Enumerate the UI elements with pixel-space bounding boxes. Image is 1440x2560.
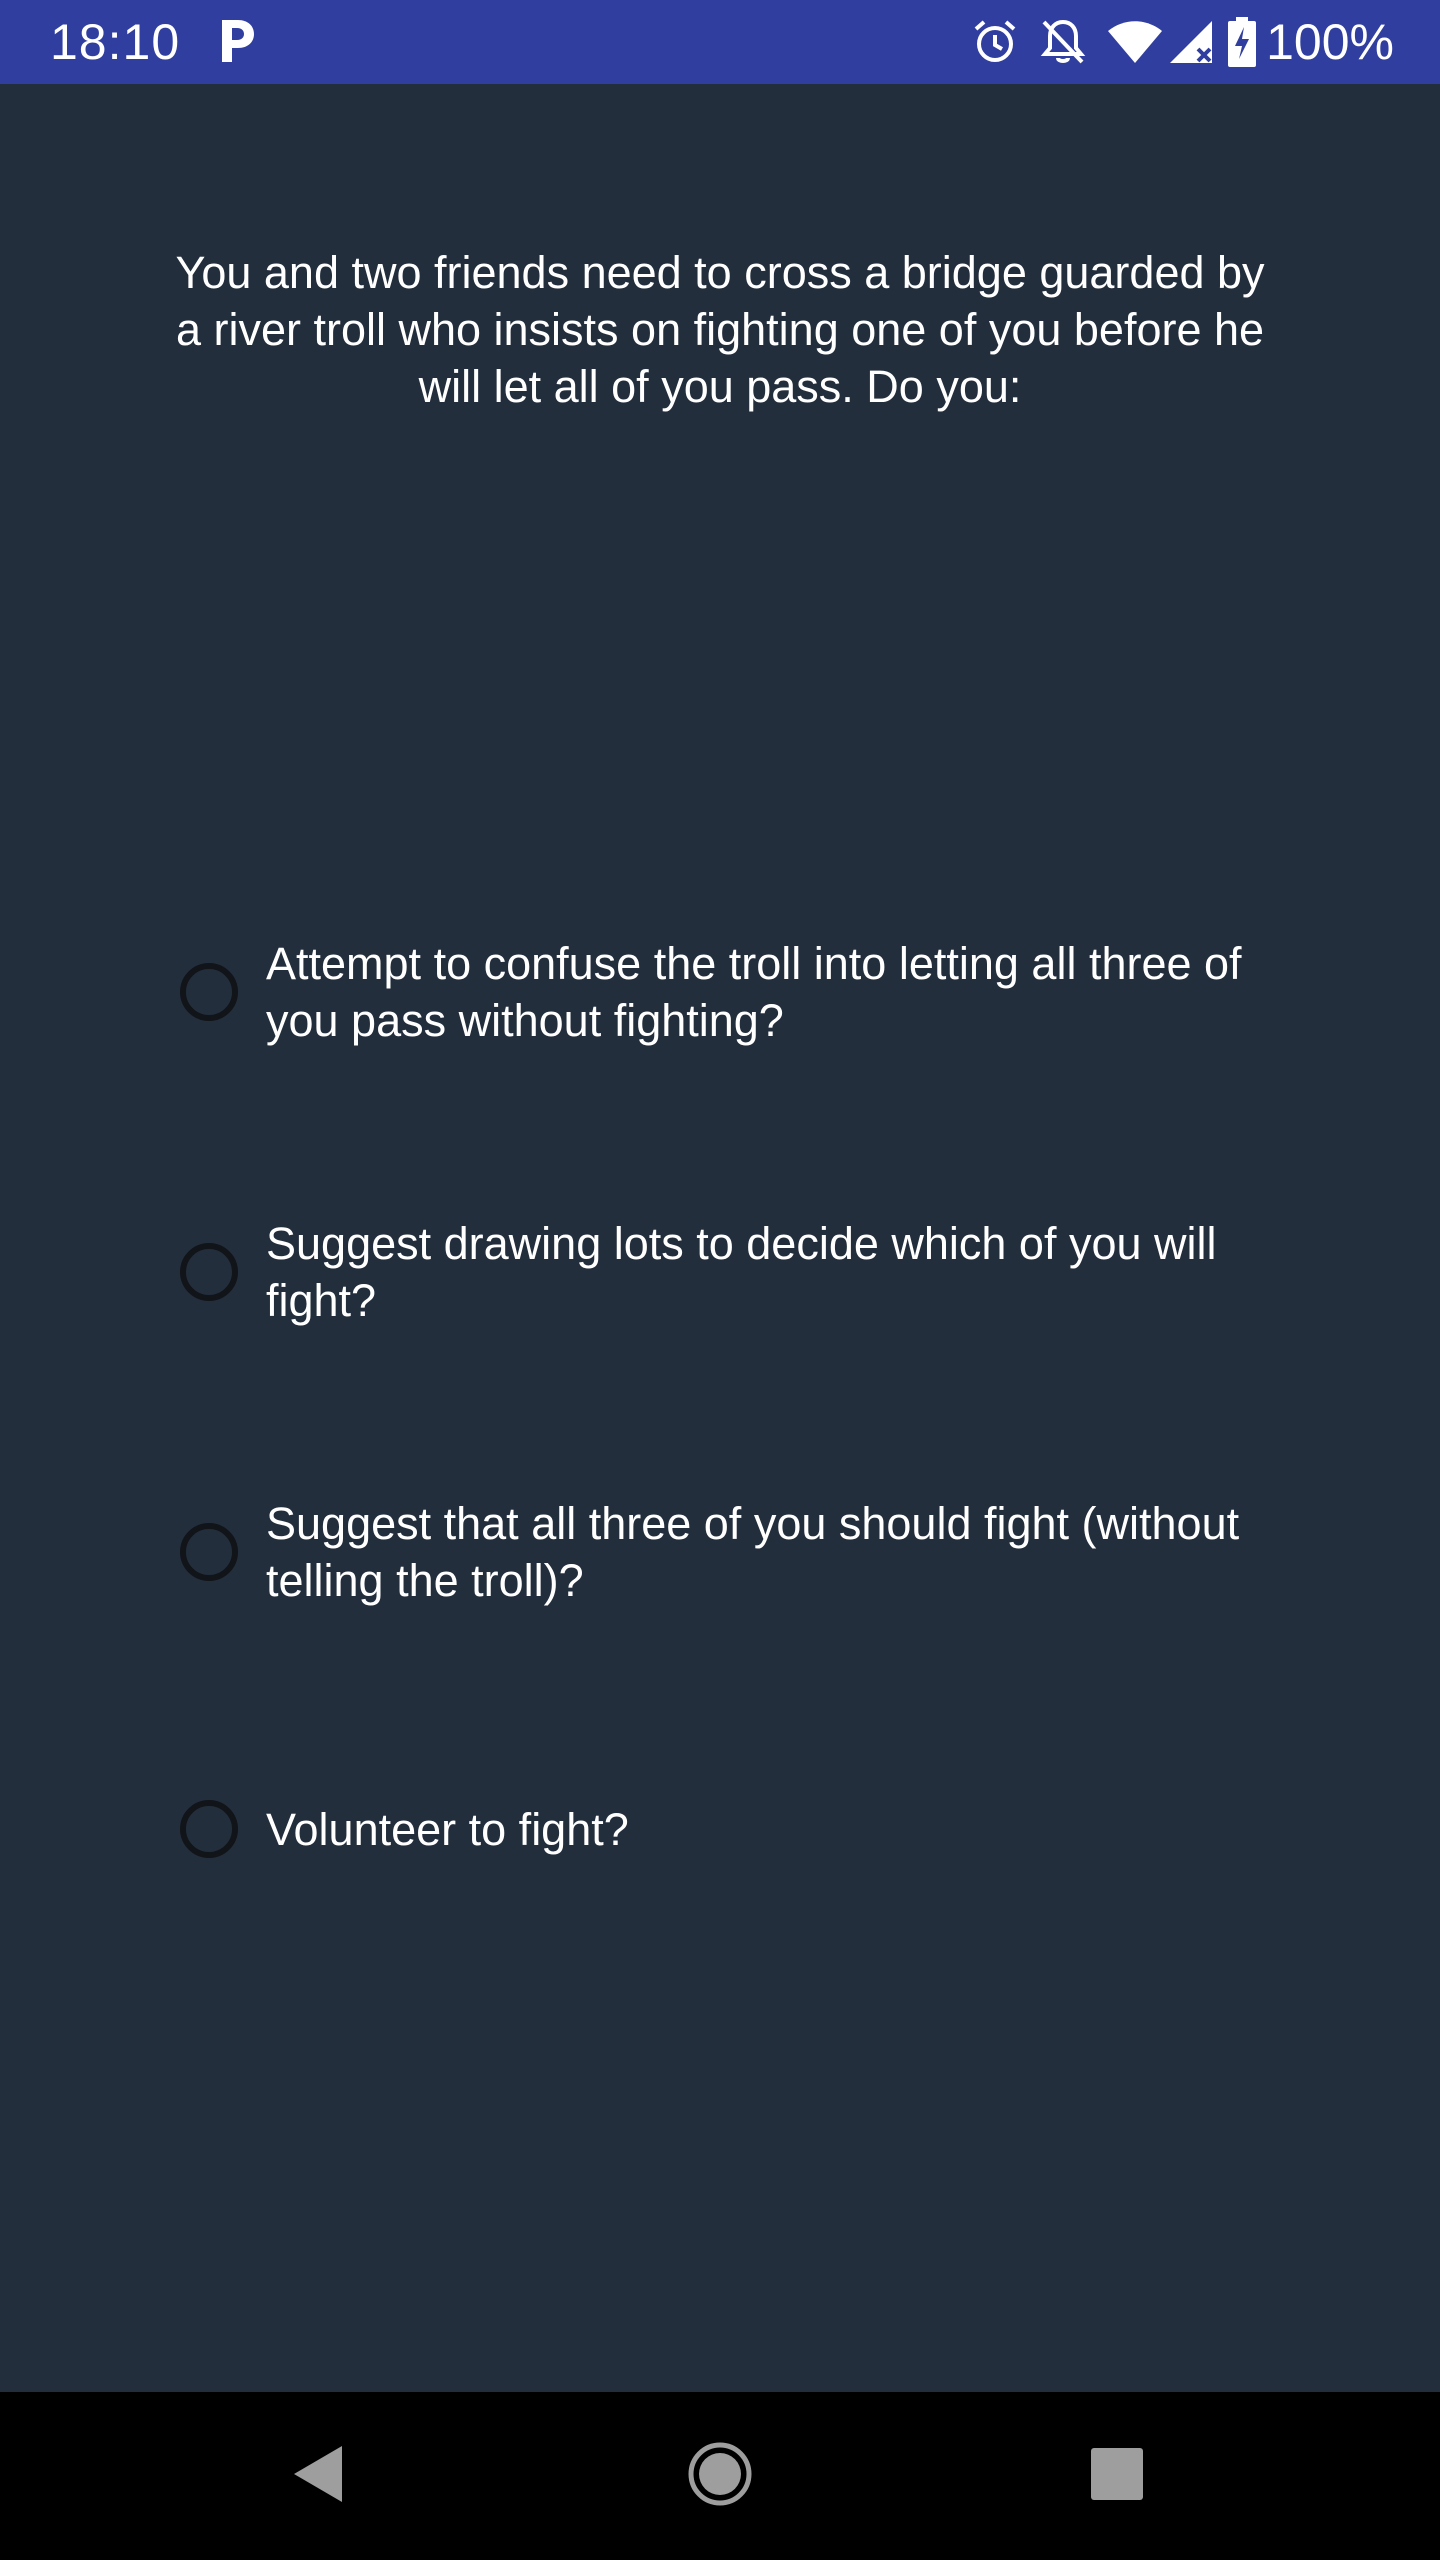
- battery-charging-icon: [1228, 17, 1257, 67]
- recents-button[interactable]: [1033, 2392, 1201, 2560]
- back-icon: [290, 2444, 344, 2509]
- radio-button[interactable]: [180, 1800, 238, 1858]
- alarm-icon: [972, 19, 1018, 65]
- back-button[interactable]: [233, 2392, 401, 2560]
- wifi-icon: [1108, 21, 1163, 63]
- home-button[interactable]: [636, 2392, 804, 2560]
- navigation-bar: [0, 2392, 1440, 2560]
- parking-icon: [214, 16, 258, 66]
- radio-button[interactable]: [180, 963, 238, 1021]
- radio-button[interactable]: [180, 1523, 238, 1581]
- answer-option-4[interactable]: Volunteer to fight?: [176, 1800, 1276, 1858]
- battery-percentage: 100%: [1266, 14, 1394, 70]
- status-time: 18:10: [50, 14, 181, 70]
- answer-option-2[interactable]: Suggest drawing lots to decide which of …: [176, 1215, 1276, 1329]
- status-bar: 18:10 100%: [0, 0, 1440, 84]
- question-text: You and two friends need to cross a brid…: [175, 247, 1265, 412]
- answer-option-3[interactable]: Suggest that all three of you should fig…: [176, 1495, 1276, 1609]
- quiz-screen: You and two friends need to cross a brid…: [0, 84, 1440, 2392]
- answer-label[interactable]: Suggest that all three of you should fig…: [266, 1495, 1266, 1609]
- cell-signal-icon: [1168, 19, 1214, 65]
- answer-label[interactable]: Attempt to confuse the troll into lettin…: [266, 935, 1266, 1049]
- status-icons: 100%: [972, 14, 1394, 70]
- radio-button[interactable]: [180, 1243, 238, 1301]
- recents-icon: [1089, 2446, 1145, 2507]
- home-icon: [687, 2441, 753, 2512]
- answer-label[interactable]: Volunteer to fight?: [266, 1801, 1266, 1858]
- answer-label[interactable]: Suggest drawing lots to decide which of …: [266, 1215, 1266, 1329]
- notifications-off-icon: [1040, 18, 1086, 66]
- answer-option-1[interactable]: Attempt to confuse the troll into lettin…: [176, 935, 1276, 1049]
